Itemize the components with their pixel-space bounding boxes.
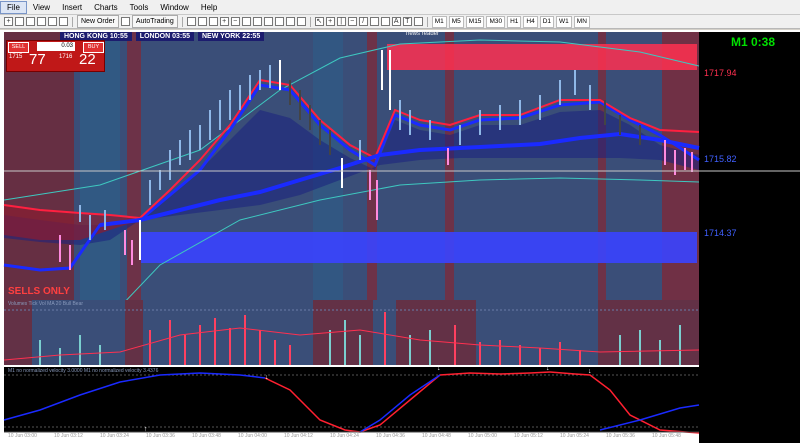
session-zone (445, 32, 454, 327)
support-band (141, 232, 697, 263)
autoscroll-icon[interactable] (252, 17, 262, 26)
market-watch-icon[interactable] (26, 17, 35, 26)
sell-button[interactable]: SELL (8, 42, 29, 53)
line-chart-icon[interactable] (208, 17, 218, 26)
new-york-session: NEW YORK 22:55 (197, 32, 265, 41)
horizontal-line-icon[interactable]: − (347, 17, 357, 26)
buy-price-pips[interactable]: 22 (79, 51, 96, 68)
session-zone (367, 32, 377, 327)
time-axis-label: 10 Jun 04:48 (422, 433, 451, 439)
candle-timer: M1 0:38 (731, 35, 776, 49)
time-axis-label: 10 Jun 04:36 (376, 433, 405, 439)
channel-icon[interactable] (369, 17, 379, 26)
tile-windows-icon[interactable] (241, 17, 251, 26)
menu-window[interactable]: Window (154, 1, 194, 14)
text-icon[interactable]: A (391, 17, 401, 26)
zoom-in-icon[interactable]: + (219, 17, 229, 26)
time-axis-label: 10 Jun 03:48 (192, 433, 221, 439)
autotrading-button[interactable]: AutoTrading (131, 15, 178, 28)
timeframe-h1[interactable]: H1 (507, 15, 522, 28)
session-zone (80, 32, 120, 327)
time-axis-label: 10 Jun 04:24 (330, 433, 359, 439)
profiles-icon[interactable] (15, 17, 24, 26)
toolbar-separator (72, 16, 73, 27)
toolbar-separator (426, 16, 428, 27)
crosshair-icon[interactable]: + (325, 17, 335, 26)
menu-charts[interactable]: Charts (88, 1, 124, 14)
news-reader-label[interactable]: news reader (406, 31, 439, 37)
terminal-icon[interactable] (59, 17, 68, 26)
session-zone (4, 32, 74, 327)
time-axis-label: 10 Jun 03:12 (54, 433, 83, 439)
session-zone (662, 32, 699, 327)
timeframe-w1[interactable]: W1 (556, 15, 572, 28)
time-axis-label: 10 Jun 03:24 (100, 433, 129, 439)
zoom-out-icon[interactable]: − (230, 17, 240, 26)
timeframe-d1[interactable]: D1 (539, 15, 555, 28)
time-axis-label: 10 Jun 05:12 (514, 433, 543, 439)
arrow-down-icon: ↓ (588, 368, 592, 375)
timeframe-m5[interactable]: M5 (448, 15, 464, 28)
menu-bar: File View Insert Charts Tools Window Hel… (0, 0, 800, 15)
fibonacci-icon[interactable] (380, 17, 390, 26)
sell-price-pips[interactable]: 77 (29, 51, 46, 68)
time-axis-label: 10 Jun 04:12 (284, 433, 313, 439)
upper-price-label: 1717.94 (704, 68, 737, 78)
price-chart[interactable]: ↓ ↓ ↓ ↓ ↑ (0, 30, 800, 443)
metaeditor-icon[interactable] (120, 17, 130, 26)
timeframe-m1[interactable]: M1 (431, 15, 447, 28)
time-axis-label: 10 Jun 04:00 (238, 433, 267, 439)
new-order-button[interactable]: New Order (77, 15, 119, 28)
buy-price-prefix: 1716 (59, 54, 73, 60)
sells-only-signal: SELLS ONLY (8, 286, 70, 297)
menu-tools[interactable]: Tools (124, 1, 155, 14)
sell-price-prefix: 1715 (9, 54, 23, 60)
session-zone (127, 32, 141, 327)
menu-help[interactable]: Help (195, 1, 223, 14)
periods-icon[interactable] (285, 17, 295, 26)
timeframe-mn[interactable]: MN (573, 15, 590, 28)
arrow-down-icon: ↓ (265, 374, 269, 381)
time-axis-label: 10 Jun 05:36 (606, 433, 635, 439)
toolbar-separator (181, 16, 183, 27)
london-session: LONDON 03:55 (135, 32, 194, 41)
velocity-indicator-title: M1 no normalized velocity 3.0000 M1 no n… (8, 368, 159, 374)
trendline-icon[interactable]: / (358, 17, 368, 26)
timeframe-h4[interactable]: H4 (523, 15, 538, 28)
lower-price-label: 1714.37 (704, 228, 737, 238)
time-axis-label: 10 Jun 03:36 (146, 433, 175, 439)
chart-shift-icon[interactable] (263, 17, 273, 26)
timeframe-m15[interactable]: M15 (465, 15, 485, 28)
time-axis-label: 10 Jun 05:48 (652, 433, 681, 439)
one-click-trading-panel: SELL 0.03 BUY 1715 77 1716 22 (6, 40, 105, 72)
candlestick-icon[interactable] (197, 17, 207, 26)
cursor-icon[interactable]: ↖ (314, 17, 324, 26)
bar-chart-icon[interactable] (186, 17, 196, 26)
arrows-icon[interactable] (413, 17, 423, 26)
navigator-icon[interactable] (48, 17, 57, 26)
text-label-icon[interactable]: T (402, 17, 412, 26)
timeframe-m30[interactable]: M30 (486, 15, 506, 28)
arrow-down-icon: ↓ (546, 365, 550, 372)
data-window-icon[interactable] (37, 17, 46, 26)
resistance-band (387, 44, 697, 70)
templates-icon[interactable] (296, 17, 306, 26)
time-axis-label: 10 Jun 05:00 (468, 433, 497, 439)
arrow-down-icon: ↓ (437, 365, 441, 372)
time-axis-label: 10 Jun 05:24 (560, 433, 589, 439)
middle-price-label: 1715.82 (704, 154, 737, 164)
indicators-icon[interactable] (274, 17, 284, 26)
vertical-line-icon[interactable]: | (336, 17, 346, 26)
chart-window[interactable]: ↓ ↓ ↓ ↓ ↑ HONG KONG 10:55 LONDON 03:55 N… (0, 30, 800, 443)
menu-insert[interactable]: Insert (56, 1, 88, 14)
time-axis-label: 10 Jun 03:00 (8, 433, 37, 439)
menu-view[interactable]: View (27, 1, 56, 14)
new-chart-icon[interactable]: + (4, 17, 13, 26)
velocity-panel-background (4, 367, 699, 432)
toolbar-separator (309, 16, 311, 27)
menu-file[interactable]: File (0, 0, 27, 14)
volume-indicator-title: Volumes Tick Vol MA 20 Bull Bear (8, 301, 84, 307)
toolbar: + New Order AutoTrading + − ↖ + | − / A … (0, 15, 800, 29)
lot-size-input[interactable]: 0.03 (37, 42, 75, 51)
